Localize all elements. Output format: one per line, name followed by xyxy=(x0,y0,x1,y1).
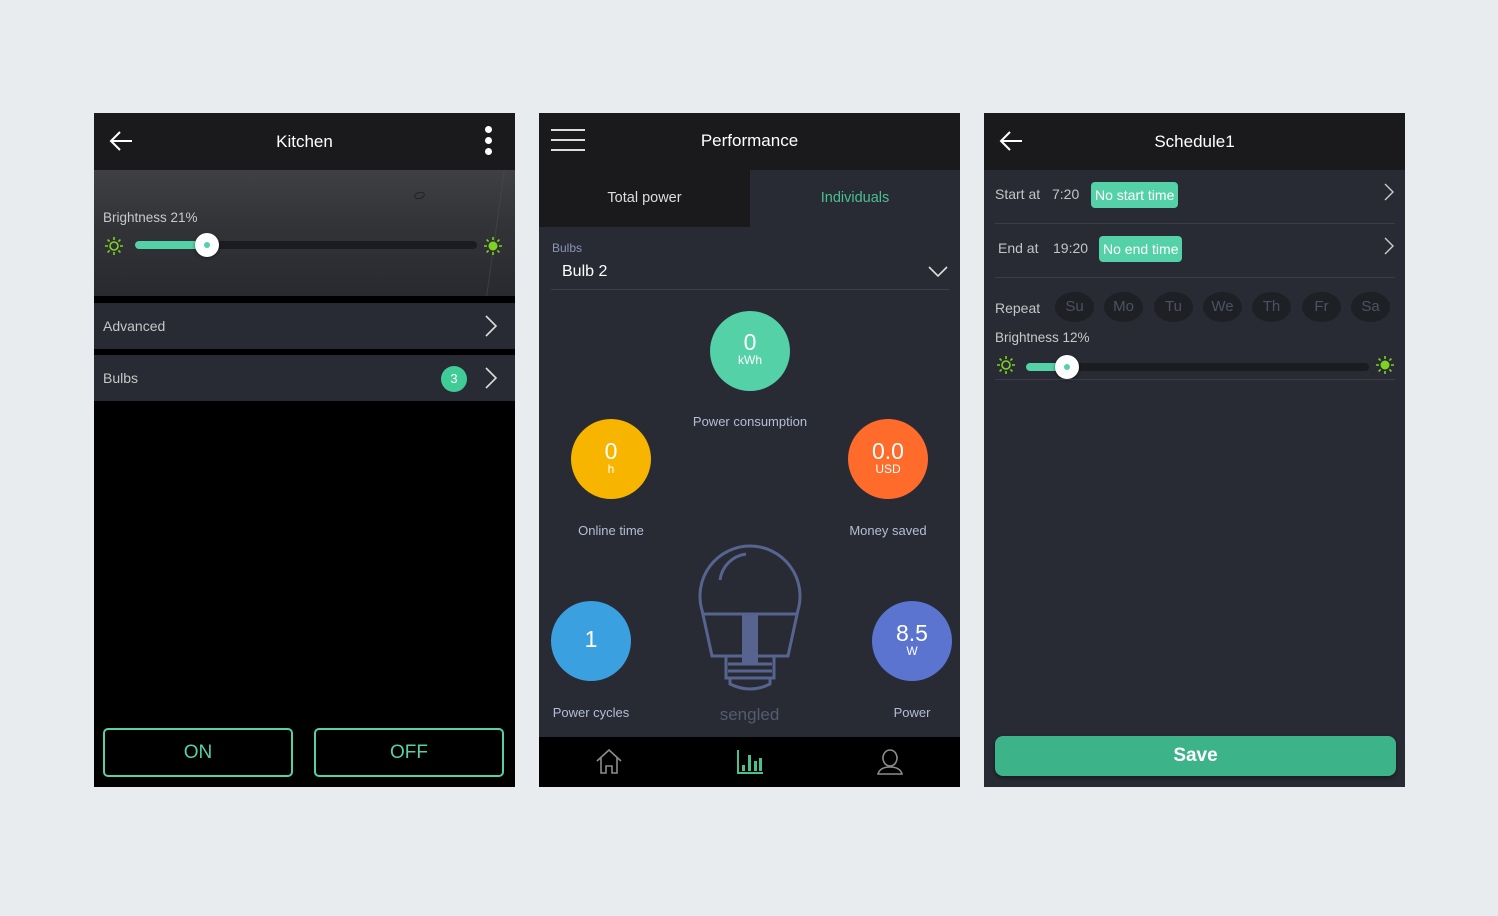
sun-filled-icon xyxy=(1376,356,1394,374)
start-label: Start at xyxy=(995,186,1041,202)
metric-value: 0.0 xyxy=(872,438,904,464)
end-time-row[interactable]: End at 19:20 No end time xyxy=(995,224,1395,278)
metric-label: Online time xyxy=(578,523,644,538)
bulb-select-label: Bulbs xyxy=(552,241,583,255)
wall-edge-decoration xyxy=(486,170,515,296)
chevron-down-icon xyxy=(928,266,948,278)
day-toggle-mo[interactable]: Mo xyxy=(1104,292,1143,322)
start-time-row[interactable]: Start at 7:20 No start time xyxy=(995,170,1395,224)
bulb-select[interactable]: Bulb 2 xyxy=(551,258,949,290)
day-toggle-sa[interactable]: Sa xyxy=(1351,292,1390,322)
metric-value: 0 xyxy=(743,329,757,355)
brightness-slider[interactable] xyxy=(1026,355,1369,379)
tab-individuals[interactable]: Individuals xyxy=(750,170,960,227)
brightness-slider[interactable] xyxy=(135,233,477,257)
menu-item-label: Advanced xyxy=(103,318,166,334)
performance-header: Performance xyxy=(539,113,960,170)
kitchen-screen: Kitchen Brightness 21% Advanced Bulbs 3 … xyxy=(94,113,515,787)
metric-unit: kWh xyxy=(738,353,762,367)
tab-total-power[interactable]: Total power xyxy=(539,170,750,227)
sun-filled-icon xyxy=(484,237,502,255)
menu-item-advanced[interactable]: Advanced xyxy=(94,303,515,349)
brightness-label: Brightness 21% xyxy=(103,210,198,225)
room-image: Brightness 21% xyxy=(94,170,515,296)
tab-bar: Total power Individuals xyxy=(539,170,960,227)
schedule-header: Schedule1 xyxy=(984,113,1405,170)
page-title: Performance xyxy=(700,131,799,150)
schedule-screen: Schedule1 Start at 7:20 No start time En… xyxy=(984,113,1405,787)
power-consumption-circle: 0 kWh xyxy=(710,311,790,391)
day-toggle-tu[interactable]: Tu xyxy=(1154,292,1193,322)
repeat-label: Repeat xyxy=(995,300,1041,316)
start-time-value: 7:20 xyxy=(1052,186,1080,202)
metric-unit: W xyxy=(906,644,918,658)
no-end-time-toggle[interactable]: No end time xyxy=(1099,236,1183,262)
end-label: End at xyxy=(998,240,1039,256)
save-button[interactable]: Save xyxy=(995,736,1396,776)
bulb-select-value: Bulb 2 xyxy=(562,263,608,280)
sun-outline-icon xyxy=(997,356,1015,374)
brightness-label: Brightness 12% xyxy=(995,330,1090,345)
chevron-right-icon xyxy=(1384,183,1394,201)
menu-item-bulbs[interactable]: Bulbs 3 xyxy=(94,355,515,401)
off-button[interactable]: OFF xyxy=(314,728,504,777)
divider xyxy=(995,379,1395,380)
sun-outline-icon xyxy=(105,237,123,255)
no-start-time-toggle[interactable]: No start time xyxy=(1091,182,1179,208)
day-toggle-th[interactable]: Th xyxy=(1252,292,1291,322)
performance-screen: Performance Total power Individuals Bulb… xyxy=(539,113,960,787)
bulb-illustration xyxy=(698,544,802,691)
metric-value: 1 xyxy=(584,626,598,652)
user-icon[interactable] xyxy=(875,747,905,777)
metric-label: Power cycles xyxy=(552,705,630,720)
online-time-circle: 0 h xyxy=(571,419,651,499)
kitchen-header: Kitchen xyxy=(94,113,515,170)
day-toggle-we[interactable]: We xyxy=(1203,292,1242,322)
brightness-slider-thumb[interactable] xyxy=(194,233,219,257)
metric-value: 8.5 xyxy=(896,620,928,646)
page-title: Schedule1 xyxy=(1154,132,1235,151)
brightness-slider-thumb[interactable] xyxy=(1055,355,1080,379)
day-toggle-fr[interactable]: Fr xyxy=(1302,292,1341,322)
page-title: Kitchen xyxy=(276,132,333,151)
on-button[interactable]: ON xyxy=(103,728,293,777)
metric-unit: h xyxy=(607,462,615,476)
metric-label: Money saved xyxy=(849,523,927,538)
chevron-right-icon xyxy=(485,315,498,337)
power-cycles-circle: 1 xyxy=(551,601,631,681)
day-toggle-su[interactable]: Su xyxy=(1055,292,1094,322)
menu-item-label: Bulbs xyxy=(103,370,139,386)
more-vertical-icon[interactable] xyxy=(483,126,493,158)
end-time-value: 19:20 xyxy=(1053,240,1089,256)
bulb-count-badge: 3 xyxy=(441,366,467,392)
metric-label: Power xyxy=(893,705,931,720)
home-icon[interactable] xyxy=(594,747,624,777)
power-circle: 8.5 W xyxy=(872,601,952,681)
metric-value: 0 xyxy=(604,438,618,464)
chevron-right-icon xyxy=(485,367,498,389)
chevron-right-icon xyxy=(1384,237,1394,255)
bottom-nav xyxy=(539,737,960,787)
ceiling-light-decoration xyxy=(413,190,426,201)
money-saved-circle: 0.0 USD xyxy=(848,419,928,499)
metric-unit: USD xyxy=(875,462,901,476)
metric-label: Power consumption xyxy=(692,414,808,429)
bar-chart-icon[interactable] xyxy=(735,747,765,777)
